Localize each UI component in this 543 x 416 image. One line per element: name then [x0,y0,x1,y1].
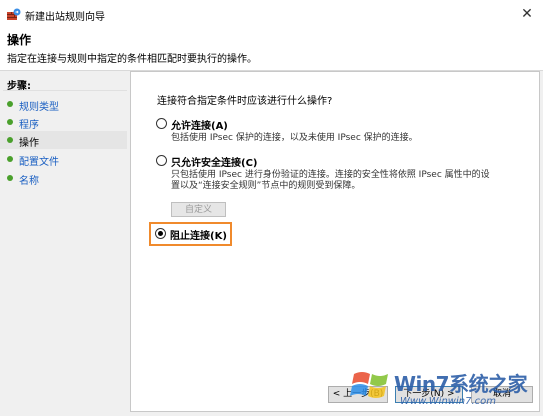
step-bullet-icon [7,156,13,162]
step-bullet-icon [7,119,13,125]
allow-secure-desc-line2: 置以及“连接安全规则”节点中的规则受到保障。 [171,181,361,191]
page-subtitle: 指定在连接与规则中指定的条件相匹配时要执行的操作。 [7,54,257,65]
close-button[interactable]: ✕ [515,4,539,24]
step-profile[interactable]: 配置文件 [0,150,127,168]
title-bar: 新建出站规则向导 ✕ [0,0,543,28]
step-label: 规则类型 [19,102,59,113]
block-connection-label[interactable]: 阻止连接(K) [170,227,227,242]
block-connection-radio[interactable] [155,228,166,239]
allow-connection-label[interactable]: 允许连接(A) [171,117,228,132]
allow-secure-desc-line1: 只包括使用 IPsec 进行身份验证的连接。连接的安全性将依照 IPsec 属性… [171,170,490,180]
steps-divider [3,90,127,91]
firewall-app-icon [7,8,21,20]
step-rule-type[interactable]: 规则类型 [0,95,127,113]
allow-connection-radio[interactable] [156,118,167,129]
step-bullet-icon [7,101,13,107]
watermark-url: Www.Winwin7.com [400,396,496,407]
step-name[interactable]: 名称 [0,169,127,187]
step-label: 程序 [19,120,39,131]
window-title: 新建出站规则向导 [25,12,105,23]
close-icon: ✕ [521,6,533,22]
step-program[interactable]: 程序 [0,113,127,131]
step-label: 名称 [19,176,39,187]
step-bullet-icon [7,175,13,181]
watermark-brand: Win7系统之家 [394,372,528,396]
step-label: 操作 [19,138,39,149]
allow-secure-label[interactable]: 只允许安全连接(C) [171,154,257,169]
step-bullet-icon [7,137,13,143]
action-question: 连接符合指定条件时应该进行什么操作? [157,96,333,107]
site-watermark: Win7系统之家 Www.Winwin7.com [348,360,543,416]
step-action[interactable]: 操作 [0,131,127,149]
windows-logo-icon [350,372,388,398]
allow-connection-desc: 包括使用 IPsec 保护的连接，以及未使用 IPsec 保护的连接。 [171,133,418,143]
customize-button[interactable]: 自定义 [171,202,226,217]
step-label: 配置文件 [19,157,59,168]
allow-secure-radio[interactable] [156,155,167,166]
page-title: 操作 [7,33,32,47]
wizard-header: 操作 指定在连接与规则中指定的条件相匹配时要执行的操作。 [0,28,543,71]
